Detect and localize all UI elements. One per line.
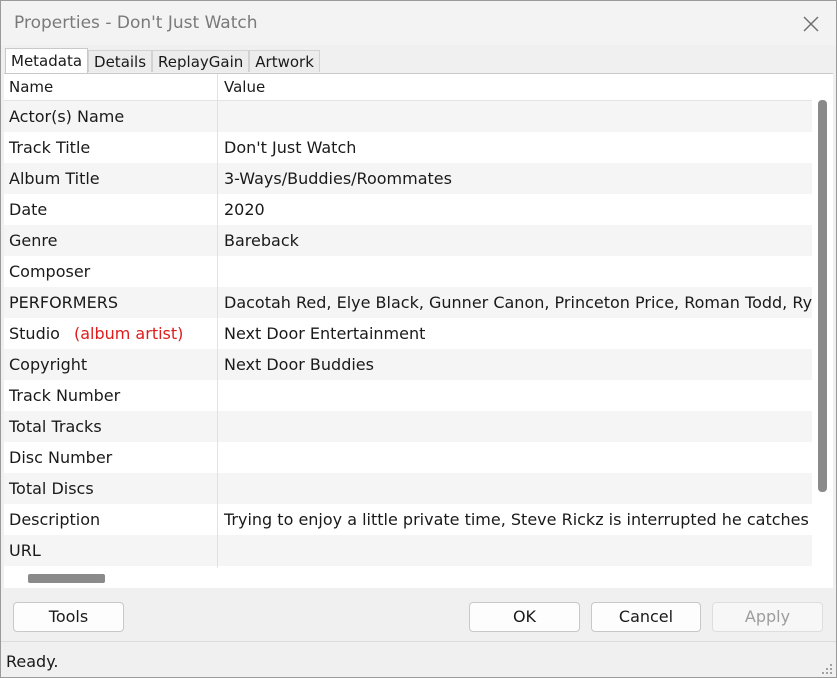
table-row[interactable]: Composer <box>4 256 812 287</box>
table-row[interactable]: Disc Number <box>4 442 812 473</box>
table-row[interactable]: Track Title Don't Just Watch <box>4 132 812 163</box>
field-name: Total Tracks <box>9 417 102 436</box>
tools-button[interactable]: Tools <box>13 602 124 632</box>
table-row[interactable]: Actor(s) Name <box>4 101 812 132</box>
horizontal-scroll-thumb[interactable] <box>28 574 105 583</box>
close-button[interactable] <box>796 9 826 39</box>
title-bar: Properties - Don't Just Watch <box>1 1 836 45</box>
tab-details[interactable]: Details <box>88 50 153 72</box>
field-name: Description <box>9 510 101 529</box>
close-icon <box>803 16 819 32</box>
metadata-rows: Actor(s) Name Track Title Don't Just Wat… <box>4 101 812 566</box>
properties-dialog: Properties - Don't Just Watch Metadata D… <box>0 0 837 678</box>
vertical-scroll-thumb[interactable] <box>818 100 827 492</box>
field-name: Studio (album artist) <box>9 324 183 343</box>
field-name: Total Discs <box>9 479 94 498</box>
table-row[interactable]: Studio (album artist) Next Door Entertain… <box>4 318 812 349</box>
window-title: Properties - Don't Just Watch <box>14 13 258 33</box>
apply-button[interactable]: Apply <box>712 602 823 632</box>
field-name: Disc Number <box>9 448 113 467</box>
table-row[interactable]: Description Trying to enjoy a little pri… <box>4 504 812 535</box>
tab-metadata[interactable]: Metadata <box>5 48 89 73</box>
field-name: Track Number <box>9 386 121 405</box>
resize-grip-icon[interactable] <box>821 663 833 675</box>
table-row[interactable]: URL <box>4 535 812 566</box>
field-name: Copyright <box>9 355 88 374</box>
field-name: URL <box>9 541 41 560</box>
metadata-list: Name Value Actor(s) Name Track Title Don… <box>4 73 833 588</box>
field-value[interactable]: Dacotah Red, Elye Black, Gunner Canon, P… <box>224 293 812 312</box>
table-row[interactable]: Track Number <box>4 380 812 411</box>
tab-strip: Metadata Details ReplayGain Artwork <box>5 48 320 73</box>
tab-replaygain[interactable]: ReplayGain <box>152 50 250 72</box>
field-value[interactable]: 3-Ways/Buddies/Roommates <box>224 169 452 188</box>
field-name: Composer <box>9 262 91 281</box>
metadata-list-viewport: Name Value Actor(s) Name Track Title Don… <box>4 74 812 568</box>
field-value[interactable]: Don't Just Watch <box>224 138 356 157</box>
table-row[interactable]: Genre Bareback <box>4 225 812 256</box>
cancel-button[interactable]: Cancel <box>591 602 701 632</box>
table-row[interactable]: Total Tracks <box>4 411 812 442</box>
column-divider[interactable] <box>217 74 218 568</box>
status-bar: Ready. <box>1 641 836 677</box>
field-value[interactable]: 2020 <box>224 200 265 219</box>
table-row[interactable]: Album Title 3-Ways/Buddies/Roommates <box>4 163 812 194</box>
table-row[interactable]: PERFORMERS Dacotah Red, Elye Black, Gunn… <box>4 287 812 318</box>
table-row[interactable]: Date 2020 <box>4 194 812 225</box>
column-header-value[interactable]: Value <box>224 78 265 96</box>
horizontal-scrollbar[interactable] <box>4 568 812 587</box>
field-name: Track Title <box>9 138 91 157</box>
album-artist-annotation: (album artist) <box>73 324 184 343</box>
field-name: PERFORMERS <box>9 293 118 312</box>
field-value[interactable]: Next Door Buddies <box>224 355 374 374</box>
table-row[interactable]: Total Discs <box>4 473 812 504</box>
field-name: Actor(s) Name <box>9 107 125 126</box>
field-value[interactable]: Trying to enjoy a little private time, S… <box>224 510 812 529</box>
field-name-text: Studio <box>9 324 60 343</box>
field-name: Genre <box>9 231 58 250</box>
table-row[interactable]: Copyright Next Door Buddies <box>4 349 812 380</box>
field-name: Album Title <box>9 169 100 188</box>
ok-button[interactable]: OK <box>469 602 580 632</box>
list-header: Name Value <box>4 74 812 101</box>
field-value[interactable]: Next Door Entertainment <box>224 324 425 343</box>
status-text: Ready. <box>6 652 59 671</box>
column-header-name[interactable]: Name <box>9 78 53 96</box>
tab-artwork[interactable]: Artwork <box>249 50 320 72</box>
vertical-scrollbar[interactable] <box>812 74 831 568</box>
field-value[interactable]: Bareback <box>224 231 299 250</box>
field-name: Date <box>9 200 48 219</box>
